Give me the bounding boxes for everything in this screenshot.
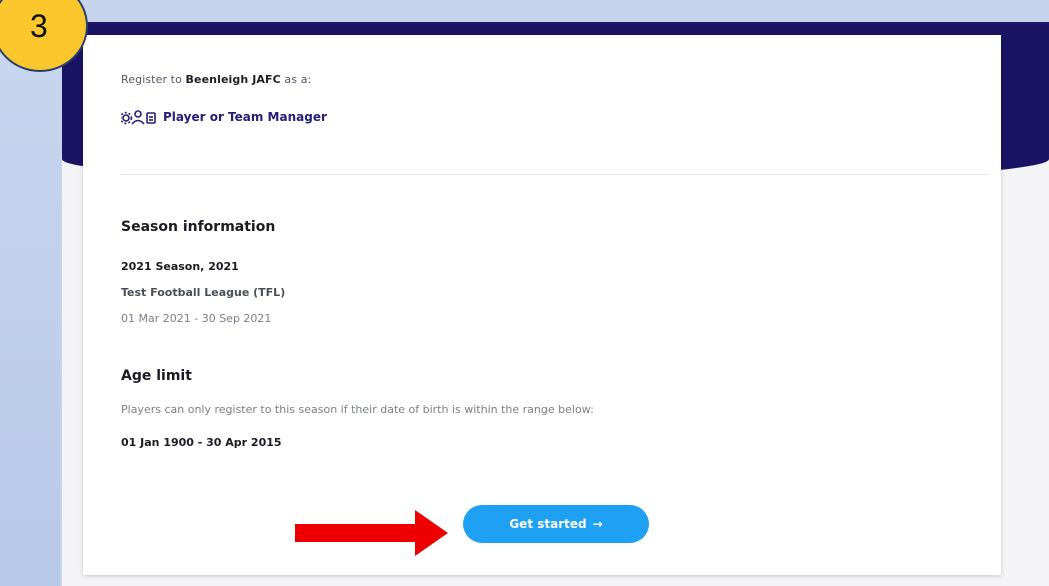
role-option[interactable]: Player or Team Manager <box>121 109 327 125</box>
arrow-right-icon: → <box>592 517 603 531</box>
age-range: 01 Jan 1900 - 30 Apr 2015 <box>121 436 282 449</box>
step-number: 3 <box>30 8 48 44</box>
season-heading: Season information <box>121 219 276 235</box>
season-dates: 01 Mar 2021 - 30 Sep 2021 <box>121 312 272 325</box>
get-started-button[interactable]: Get started → <box>463 505 649 543</box>
age-limit-heading: Age limit <box>121 368 192 384</box>
age-limit-description: Players can only register to this season… <box>121 403 594 416</box>
people-roles-icon <box>121 109 157 125</box>
divider <box>121 174 989 175</box>
season-name: 2021 Season, 2021 <box>121 260 239 273</box>
register-suffix: as a: <box>284 73 312 86</box>
league-name: Test Football League (TFL) <box>121 286 286 299</box>
app-screenshot: Register to Beenleigh JAFC as a: Player … <box>62 22 1049 586</box>
left-strip <box>0 0 60 586</box>
club-name: Beenleigh JAFC <box>185 73 281 86</box>
registration-card: Register to Beenleigh JAFC as a: Player … <box>83 35 1001 575</box>
register-to-line: Register to Beenleigh JAFC as a: <box>121 73 311 86</box>
register-prefix: Register to <box>121 73 182 86</box>
get-started-label: Get started <box>509 517 587 531</box>
top-band <box>0 0 1049 22</box>
role-label: Player or Team Manager <box>163 110 327 124</box>
red-pointer-arrow-icon <box>295 508 450 562</box>
